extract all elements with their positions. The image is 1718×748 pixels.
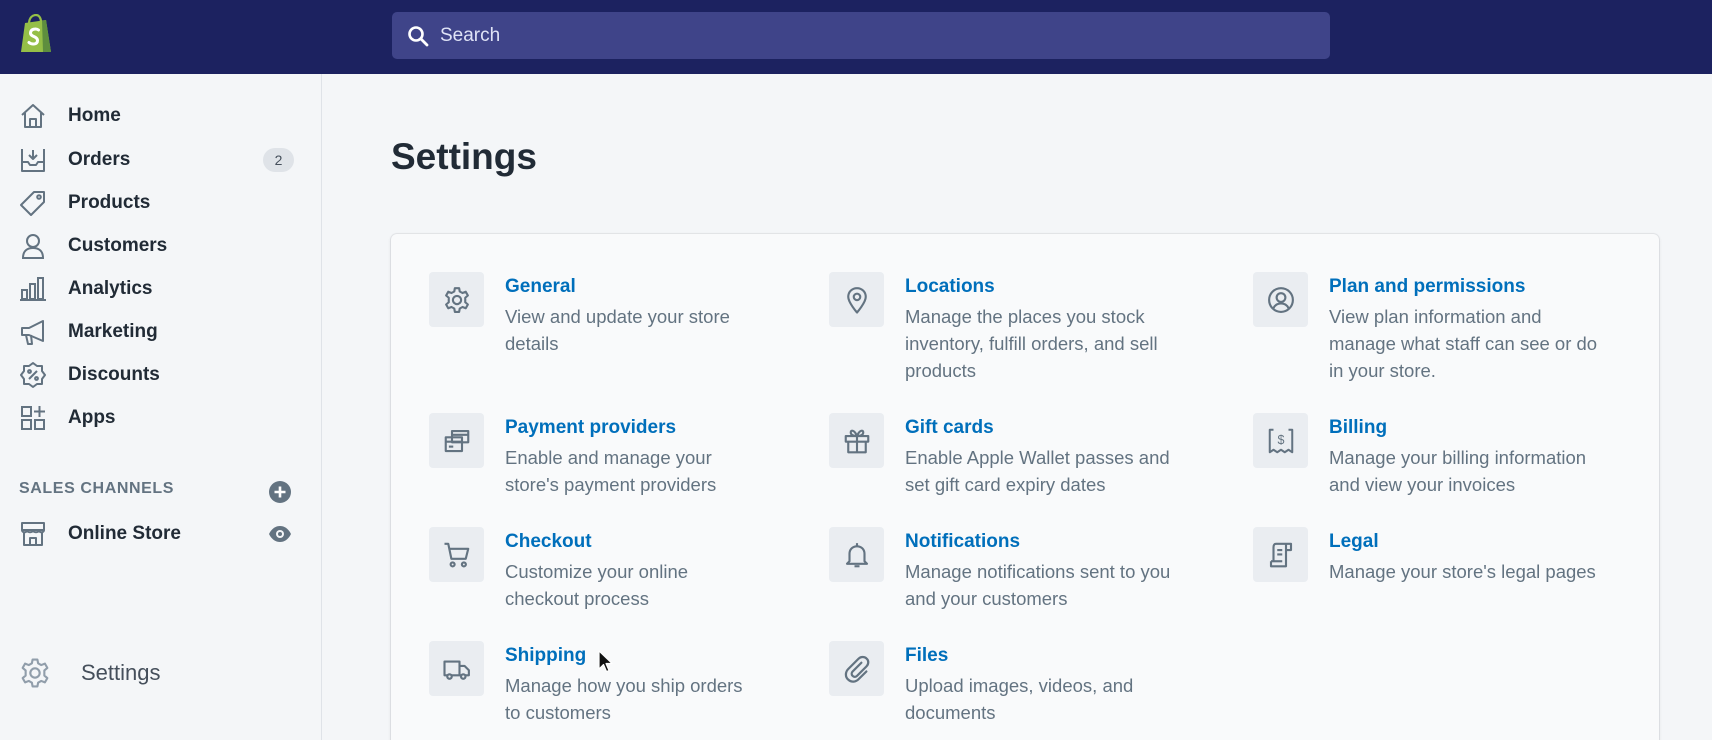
- settings-item-description: Manage how you ship orders to customers: [505, 675, 743, 723]
- page-title: Settings: [391, 136, 537, 177]
- gift-icon: [829, 413, 884, 468]
- app-window: Home Orders 2 Products Customers A: [0, 0, 1718, 740]
- billing-receipt-icon: $: [1253, 413, 1308, 468]
- settings-item-description: Manage notifications sent to you and you…: [905, 561, 1171, 609]
- sidebar-item-label: Analytics: [68, 278, 153, 299]
- sales-channels-heading: SALES CHANNELS: [19, 480, 175, 497]
- settings-item-title: General: [505, 276, 576, 297]
- bar-chart-icon: [19, 275, 47, 303]
- sidebar-item-label: Customers: [68, 235, 168, 256]
- settings-item-title: Billing: [1329, 417, 1388, 438]
- eye-icon[interactable]: [268, 522, 292, 546]
- sidebar-item-settings[interactable]: Settings: [0, 647, 322, 697]
- megaphone-icon: [19, 318, 47, 346]
- sidebar-item-label: Marketing: [68, 321, 158, 342]
- user-circle-icon: [1253, 272, 1308, 327]
- settings-item-description: Enable and manage your store's payment p…: [505, 447, 717, 495]
- sidebar-item-label: Orders: [68, 149, 131, 170]
- sidebar-item-products[interactable]: Products: [0, 183, 322, 223]
- sidebar-item-online-store[interactable]: Online Store: [0, 514, 322, 554]
- top-bar: [0, 0, 1718, 74]
- bell-icon: [829, 527, 884, 582]
- settings-item-description: Manage your store's legal pages: [1329, 561, 1596, 582]
- settings-item-title: Legal: [1329, 531, 1379, 552]
- discount-icon: [19, 361, 47, 389]
- search-input[interactable]: [440, 15, 1330, 56]
- svg-text:$: $: [1277, 433, 1284, 447]
- settings-item-title: Notifications: [905, 531, 1021, 552]
- sidebar-item-discounts[interactable]: Discounts: [0, 355, 322, 395]
- tag-icon: [19, 189, 47, 217]
- payment-cards-icon: [429, 413, 484, 468]
- settings-item-description: Upload images, videos, and documents: [905, 675, 1134, 723]
- cart-icon: [429, 527, 484, 582]
- search-icon: [406, 24, 430, 48]
- settings-item-title: Plan and permissions: [1329, 276, 1526, 297]
- search-bar[interactable]: [392, 12, 1330, 59]
- sidebar-item-label: Online Store: [68, 523, 181, 544]
- home-icon: [19, 102, 47, 130]
- person-icon: [19, 232, 47, 260]
- orders-count-badge: 2: [263, 148, 294, 172]
- sidebar-item-orders[interactable]: Orders 2: [0, 140, 322, 180]
- sidebar-item-label: Discounts: [68, 364, 160, 385]
- location-pin-icon: [829, 272, 884, 327]
- truck-icon: [429, 641, 484, 696]
- settings-item-description: View plan information and manage what st…: [1329, 306, 1598, 381]
- sidebar-item-analytics[interactable]: Analytics: [0, 269, 322, 309]
- paperclip-icon: [829, 641, 884, 696]
- settings-item-description: Customize your online checkout process: [505, 561, 689, 609]
- sidebar-item-home[interactable]: Home: [0, 96, 322, 136]
- main-content: Settings General View and update your st…: [323, 74, 1712, 740]
- sidebar-item-label: Home: [68, 105, 121, 126]
- sidebar-item-label: Settings: [81, 660, 161, 685]
- store-icon: [19, 520, 47, 548]
- sidebar-item-customers[interactable]: Customers: [0, 226, 322, 266]
- plus-circle-icon[interactable]: [268, 480, 292, 504]
- settings-item-title: Checkout: [505, 531, 592, 552]
- sidebar-item-apps[interactable]: Apps: [0, 398, 322, 438]
- settings-item-title: Locations: [905, 276, 995, 297]
- gear-icon: [429, 272, 484, 327]
- settings-item-description: View and update your store details: [505, 306, 730, 354]
- apps-icon: [19, 404, 47, 432]
- sidebar-item-marketing[interactable]: Marketing: [0, 312, 322, 352]
- sidebar-item-label: Apps: [68, 407, 116, 428]
- settings-item-title: Files: [905, 645, 949, 666]
- settings-item-description: Enable Apple Wallet passes and set gift …: [905, 447, 1170, 495]
- sidebar-item-label: Products: [68, 192, 151, 213]
- settings-item-title: Gift cards: [905, 417, 994, 438]
- settings-card: General View and update your store detai…: [391, 234, 1659, 740]
- sidebar: Home Orders 2 Products Customers Analyti…: [0, 74, 322, 740]
- gear-icon: [18, 656, 52, 690]
- settings-item-description: Manage your billing information and view…: [1329, 447, 1587, 495]
- shopify-logo-icon[interactable]: [16, 13, 56, 56]
- document-icon: [1253, 527, 1308, 582]
- settings-item-title: Payment providers: [505, 417, 677, 438]
- settings-item-title: Shipping: [505, 645, 587, 666]
- orders-icon: [19, 146, 47, 174]
- settings-item-description: Manage the places you stock inventory, f…: [905, 306, 1158, 381]
